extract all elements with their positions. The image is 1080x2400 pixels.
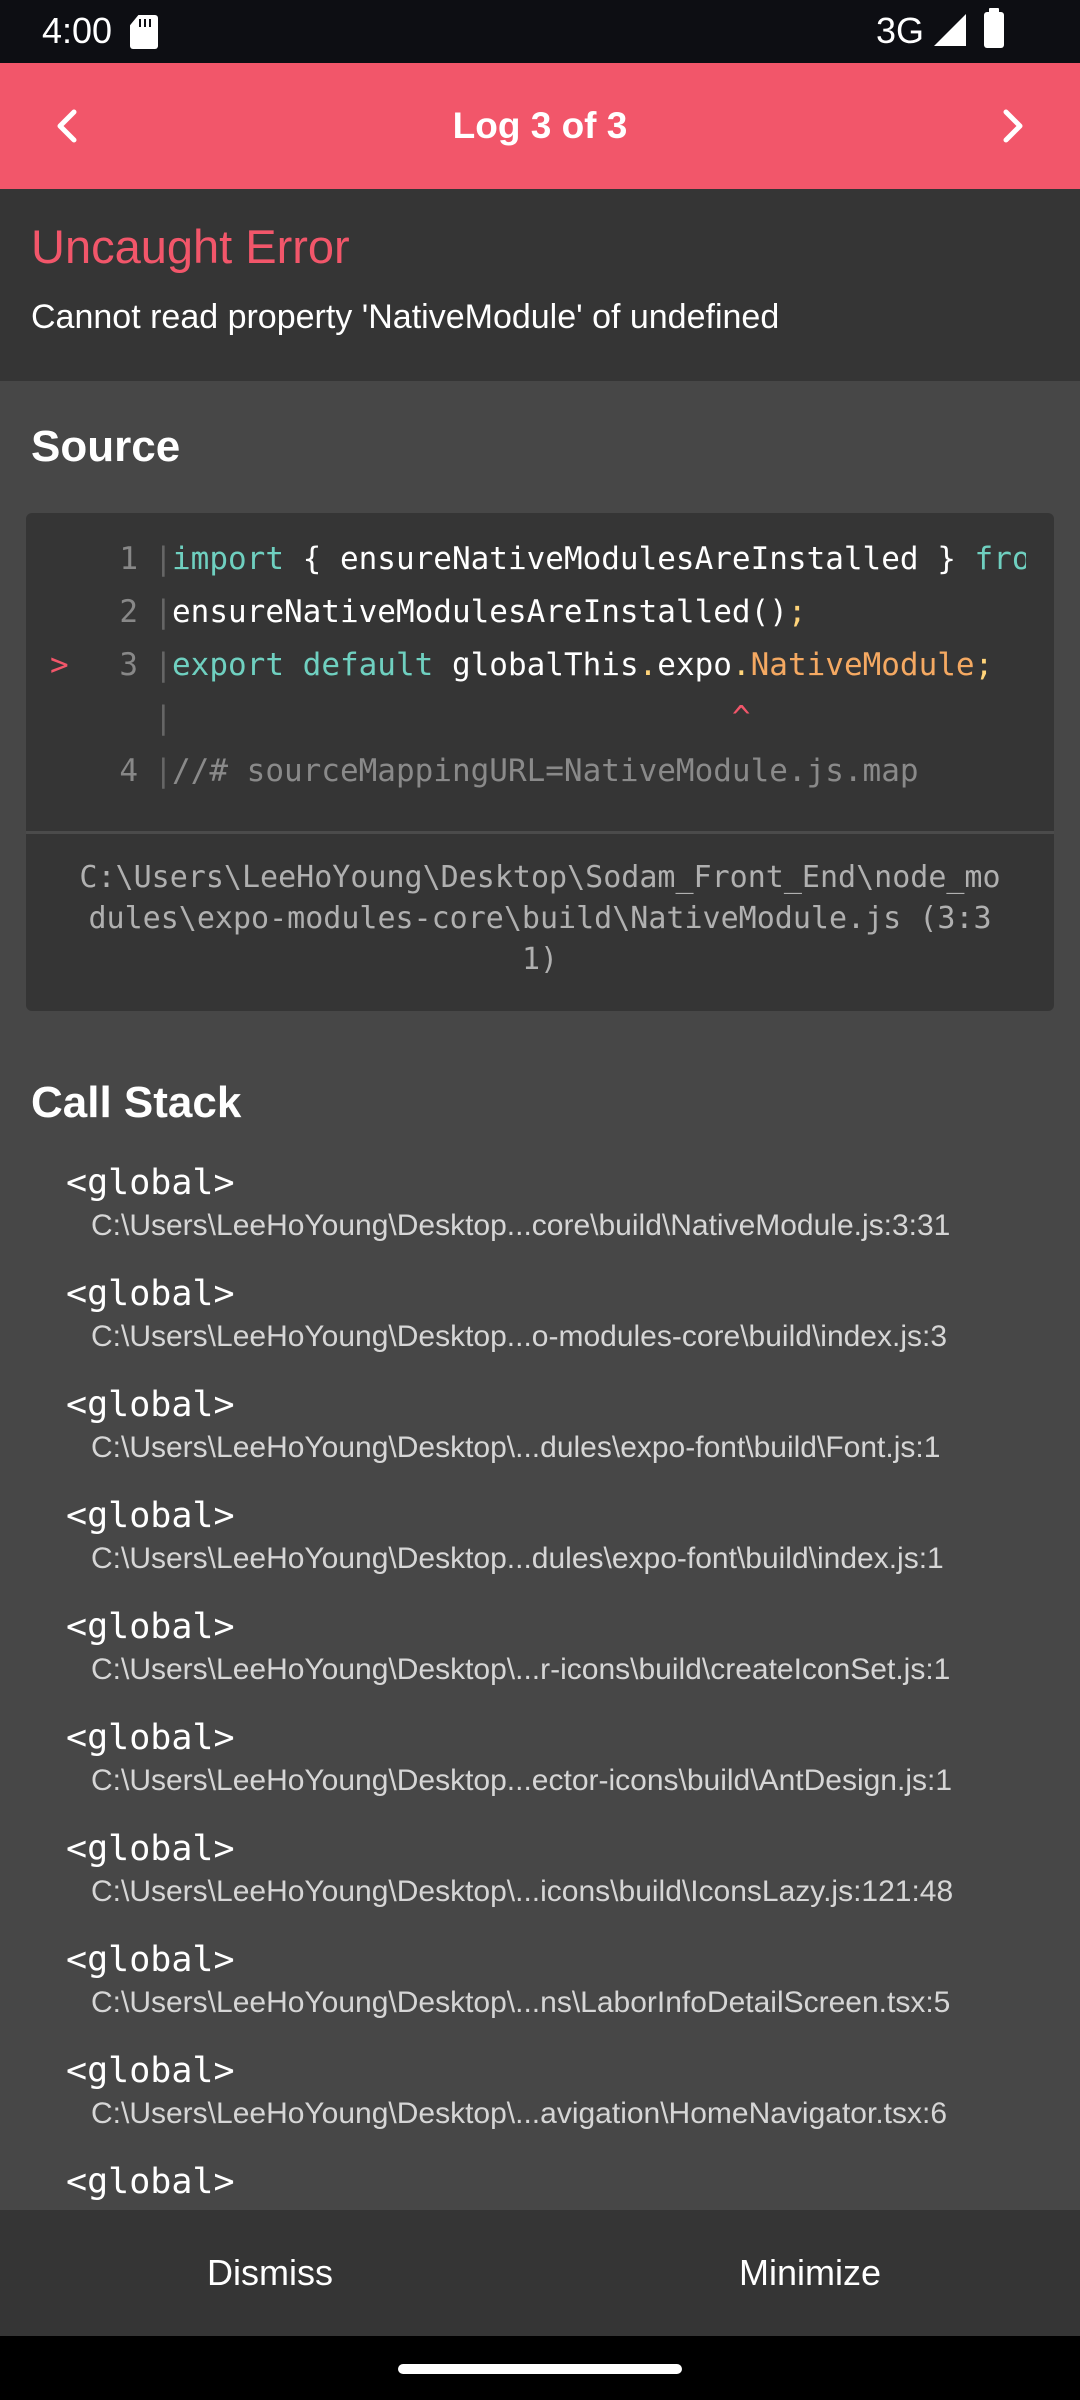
- chevron-right-icon: [1003, 109, 1023, 143]
- source-section-title: Source: [31, 422, 181, 471]
- code-line: | ^: [26, 692, 1026, 745]
- code-text: export default globalThis.expo.NativeMod…: [172, 639, 993, 692]
- error-title: Uncaught Error: [31, 220, 350, 273]
- log-counter-title: Log 3 of 3: [452, 105, 628, 146]
- stack-frame-name: <global>: [66, 1718, 235, 1758]
- line-number: 3: [119, 647, 138, 683]
- stack-frame-name: <global>: [66, 1274, 235, 1314]
- code-token: ;: [974, 647, 994, 683]
- code-token: export: [172, 647, 284, 683]
- error-line-marker: >: [50, 647, 69, 683]
- stack-frame-location: C:\Users\LeeHoYoung\Desktop\...ns\LaborI…: [91, 1986, 951, 2019]
- code-line: >3 | export default globalThis.expo.Native…: [26, 639, 1026, 692]
- code-line: 2 | ensureNativeModulesAreInstalled();: [26, 586, 1026, 639]
- stack-frame-name: <global>: [66, 1496, 235, 1536]
- line-number: 4: [119, 753, 138, 789]
- code-divider: [26, 831, 1054, 834]
- stack-frame[interactable]: <global> C:\Users\LeeHoYoung\Desktop\...i…: [66, 1826, 1066, 1912]
- stack-frame[interactable]: <global> C:\Users\LeeHoYoung\Desktop\...a…: [66, 2048, 1066, 2134]
- stack-frame-location: C:\Users\LeeHoYoung\Desktop...ector-icon…: [91, 1764, 953, 1797]
- error-summary: Uncaught Error Cannot read property 'Nat…: [0, 189, 1080, 381]
- code-token: default: [302, 647, 434, 683]
- code-token: NativeModule: [750, 647, 975, 683]
- code-token: import: [172, 541, 284, 577]
- stack-frame-name: <global>: [66, 2051, 235, 2091]
- status-bar: 4:00 3G: [0, 0, 1080, 63]
- footer-actions: Dismiss Minimize: [0, 2210, 1080, 2336]
- battery-icon: [984, 8, 1004, 48]
- code-token: expo: [657, 647, 732, 683]
- code-token: from: [974, 541, 1026, 577]
- gutter-separator: |: [154, 594, 173, 630]
- source-file-path[interactable]: C:\Users\LeeHoYoung\Desktop\Sodam_Front_…: [76, 857, 1004, 980]
- stack-frame-location: C:\Users\LeeHoYoung\Desktop...core\build…: [91, 1209, 951, 1242]
- code-token: { ensureNativeModulesAreInstalled }: [283, 541, 975, 577]
- error-message: Cannot read property 'NativeModule' of u…: [31, 298, 780, 336]
- stack-frame[interactable]: <global> C:\Users\LeeHoYoung\Desktop\...r…: [66, 1604, 1066, 1690]
- gutter-separator: |: [154, 753, 173, 789]
- code-text: ensureNativeModulesAreInstalled();: [172, 586, 807, 639]
- stack-frame-name: <global>: [66, 1607, 235, 1647]
- stack-frame-location: C:\Users\LeeHoYoung\Desktop\...icons\bui…: [91, 1875, 954, 1908]
- gutter-separator: |: [154, 541, 173, 577]
- code-token: .: [638, 647, 658, 683]
- line-number: 1: [119, 541, 138, 577]
- code-token: ensureNativeModulesAreInstalled(): [172, 594, 788, 630]
- stack-frame-name: <global>: [66, 1940, 235, 1980]
- stack-frame-location: C:\Users\LeeHoYoung\Desktop...o-modules-…: [91, 1320, 948, 1353]
- stack-frame[interactable]: <global> C:\Users\LeeHoYoung\Desktop\...n…: [66, 1937, 1066, 2023]
- stack-frame[interactable]: <global> C:\Users\LeeHoYoung\Desktop...o-…: [66, 1271, 1066, 1357]
- code-lines: 1 | import { ensureNativeModulesAreInstall…: [26, 533, 1054, 825]
- gutter-separator: |: [154, 700, 173, 736]
- code-token: ;: [787, 594, 807, 630]
- home-indicator[interactable]: [398, 2364, 682, 2374]
- stack-frame-name: <global>: [66, 1163, 235, 1203]
- network-type: 3G: [876, 10, 925, 51]
- status-time: 4:00: [42, 10, 113, 51]
- stack-frame[interactable]: <global> C:\Users\LeeHoYoung\Desktop...ec…: [66, 1715, 1066, 1801]
- code-token: ^: [172, 700, 751, 736]
- code-text: ^: [172, 692, 751, 745]
- line-number: 2: [119, 594, 138, 630]
- code-token: globalThis: [433, 647, 639, 683]
- code-line: 4 |//# sourceMappingURL=NativeModule.js.m…: [26, 745, 1026, 798]
- gutter-separator: |: [154, 647, 173, 683]
- call-stack-section-title: Call Stack: [31, 1078, 242, 1127]
- stack-frame-name: <global>: [66, 1829, 235, 1869]
- code-line: 1 | import { ensureNativeModulesAreInstall…: [26, 533, 1026, 586]
- log-header: Log 3 of 3: [0, 63, 1080, 189]
- call-stack-list[interactable]: <global> C:\Users\LeeHoYoung\Desktop...co…: [0, 1160, 1080, 2210]
- stack-frame[interactable]: <global> C:\Users\LeeHoYoung\Desktop...du…: [66, 1493, 1066, 1579]
- stack-frame[interactable]: <global> C:\Users\LeeHoYoung\Desktop\...d…: [66, 1382, 1066, 1468]
- dismiss-button[interactable]: Dismiss: [0, 2210, 540, 2336]
- system-navigation-bar: [0, 2336, 1080, 2400]
- stack-frame-location: C:\Users\LeeHoYoung\Desktop...dules\expo…: [91, 1542, 944, 1575]
- code-text: //# sourceMappingURL=NativeModule.js.map: [172, 745, 919, 798]
- next-log-button[interactable]: [982, 96, 1042, 156]
- code-text: import { ensureNativeModulesAreInstalled…: [172, 533, 1026, 586]
- code-token: .: [731, 647, 751, 683]
- stack-frame-location: C:\Users\LeeHoYoung\Desktop\...r-icons\b…: [91, 1653, 951, 1686]
- stack-frame-location: C:\Users\LeeHoYoung\Desktop\...dules\exp…: [91, 1431, 941, 1464]
- stack-frame-name: <global>: [66, 2162, 235, 2202]
- code-frame[interactable]: 1 | import { ensureNativeModulesAreInstall…: [26, 513, 1054, 1011]
- code-token: //# sourceMappingURL=NativeModule.js.map: [172, 753, 919, 789]
- stack-frame[interactable]: <global>: [66, 2159, 1066, 2205]
- stack-frame-name: <global>: [66, 1385, 235, 1425]
- sd-card-icon: [130, 15, 158, 49]
- stack-frame-location: C:\Users\LeeHoYoung\Desktop\...avigation…: [91, 2097, 948, 2130]
- stack-frame[interactable]: <global> C:\Users\LeeHoYoung\Desktop...co…: [66, 1160, 1066, 1246]
- minimize-button[interactable]: Minimize: [540, 2210, 1080, 2336]
- signal-icon: [934, 14, 966, 46]
